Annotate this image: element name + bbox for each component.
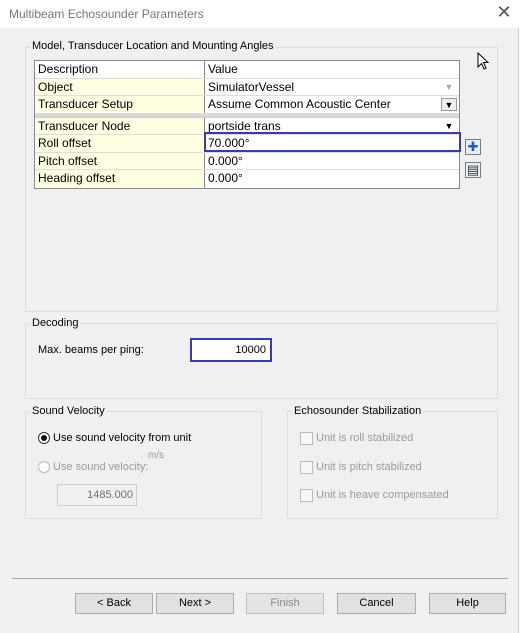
next-button[interactable]: Next > bbox=[156, 593, 234, 614]
chevron-down-icon[interactable]: ▼ bbox=[441, 98, 457, 111]
property-grid: Description Value Object SimulatorVessel… bbox=[34, 60, 460, 189]
grid-row-object[interactable]: Object SimulatorVessel ▼ bbox=[35, 78, 459, 96]
pitch-stabilized-label[interactable]: Unit is pitch stabilized bbox=[316, 461, 422, 473]
help-button[interactable]: Help bbox=[429, 593, 506, 614]
heave-compensated-checkbox[interactable] bbox=[300, 489, 313, 502]
sound-velocity-legend: Sound Velocity bbox=[30, 405, 107, 417]
grid-row-heading-offset[interactable]: Heading offset 0.000° bbox=[35, 170, 459, 188]
grid-header: Description Value bbox=[35, 61, 459, 79]
dialog-window: Multibeam Echosounder Parameters ✕ Model… bbox=[0, 0, 522, 633]
heading-offset-value[interactable]: 0.000° bbox=[205, 170, 459, 188]
pitch-offset-value[interactable]: 0.000° bbox=[205, 153, 459, 170]
heading-offset-label: Heading offset bbox=[35, 170, 205, 188]
roll-offset-label: Roll offset bbox=[35, 135, 205, 152]
properties-icon[interactable]: ▤ bbox=[465, 162, 481, 178]
title-bar: Multibeam Echosounder Parameters ✕ bbox=[0, 0, 522, 28]
pitch-offset-label: Pitch offset bbox=[35, 152, 205, 169]
grid-row-transducer-setup[interactable]: Transducer Setup Assume Common Acoustic … bbox=[35, 96, 459, 114]
object-label: Object bbox=[35, 78, 205, 95]
max-beams-label: Max. beams per ping: bbox=[38, 344, 144, 356]
transducer-setup-value-text: Assume Common Acoustic Center bbox=[208, 97, 391, 111]
model-section-legend: Model, Transducer Location and Mounting … bbox=[30, 40, 276, 52]
add-icon[interactable]: ✚ bbox=[465, 139, 481, 155]
back-button[interactable]: < Back bbox=[75, 593, 153, 614]
transducer-node-value-text: portside trans bbox=[208, 118, 281, 133]
sound-velocity-input[interactable]: 1485.000 bbox=[57, 484, 137, 506]
window-edge bbox=[518, 28, 522, 633]
decoding-legend: Decoding bbox=[30, 317, 81, 329]
use-unit-velocity-label[interactable]: Use sound velocity from unit bbox=[53, 432, 191, 444]
object-value[interactable]: SimulatorVessel ▼ bbox=[205, 79, 459, 96]
max-beams-input[interactable]: 10000 bbox=[190, 338, 272, 362]
heave-compensated-label[interactable]: Unit is heave compensated bbox=[316, 489, 449, 501]
close-icon[interactable]: ✕ bbox=[494, 4, 514, 24]
use-value-velocity-radio[interactable] bbox=[38, 461, 50, 473]
roll-offset-value[interactable]: 70.000° bbox=[205, 135, 459, 152]
pitch-stabilized-checkbox[interactable] bbox=[300, 461, 313, 474]
grid-row-roll-offset[interactable]: Roll offset 70.000° bbox=[35, 135, 459, 153]
use-unit-velocity-radio[interactable] bbox=[38, 432, 50, 444]
transducer-node-value[interactable]: portside trans ▼ bbox=[205, 118, 459, 135]
finish-button[interactable]: Finish bbox=[246, 593, 324, 614]
roll-stabilized-checkbox[interactable] bbox=[300, 432, 313, 445]
transducer-setup-value[interactable]: Assume Common Acoustic Center ▼ bbox=[205, 96, 459, 113]
chevron-down-icon: ▼ bbox=[441, 80, 457, 94]
footer-divider bbox=[12, 578, 508, 579]
use-value-velocity-label[interactable]: Use sound velocity: bbox=[53, 461, 148, 473]
chevron-down-icon[interactable]: ▼ bbox=[441, 119, 457, 133]
value-column-header: Value bbox=[205, 61, 459, 78]
grid-row-transducer-node[interactable]: Transducer Node portside trans ▼ bbox=[35, 117, 459, 135]
stabilization-legend: Echosounder Stabilization bbox=[292, 405, 424, 417]
transducer-node-label: Transducer Node bbox=[35, 117, 205, 134]
grid-row-pitch-offset[interactable]: Pitch offset 0.000° bbox=[35, 152, 459, 170]
cancel-button[interactable]: Cancel bbox=[337, 593, 416, 614]
transducer-setup-label: Transducer Setup bbox=[35, 96, 205, 113]
object-value-text: SimulatorVessel bbox=[208, 79, 295, 94]
description-column-header: Description bbox=[35, 61, 205, 78]
roll-stabilized-label[interactable]: Unit is roll stabilized bbox=[316, 432, 413, 444]
window-title: Multibeam Echosounder Parameters bbox=[9, 7, 204, 21]
velocity-unit-label: m/s bbox=[148, 450, 165, 461]
